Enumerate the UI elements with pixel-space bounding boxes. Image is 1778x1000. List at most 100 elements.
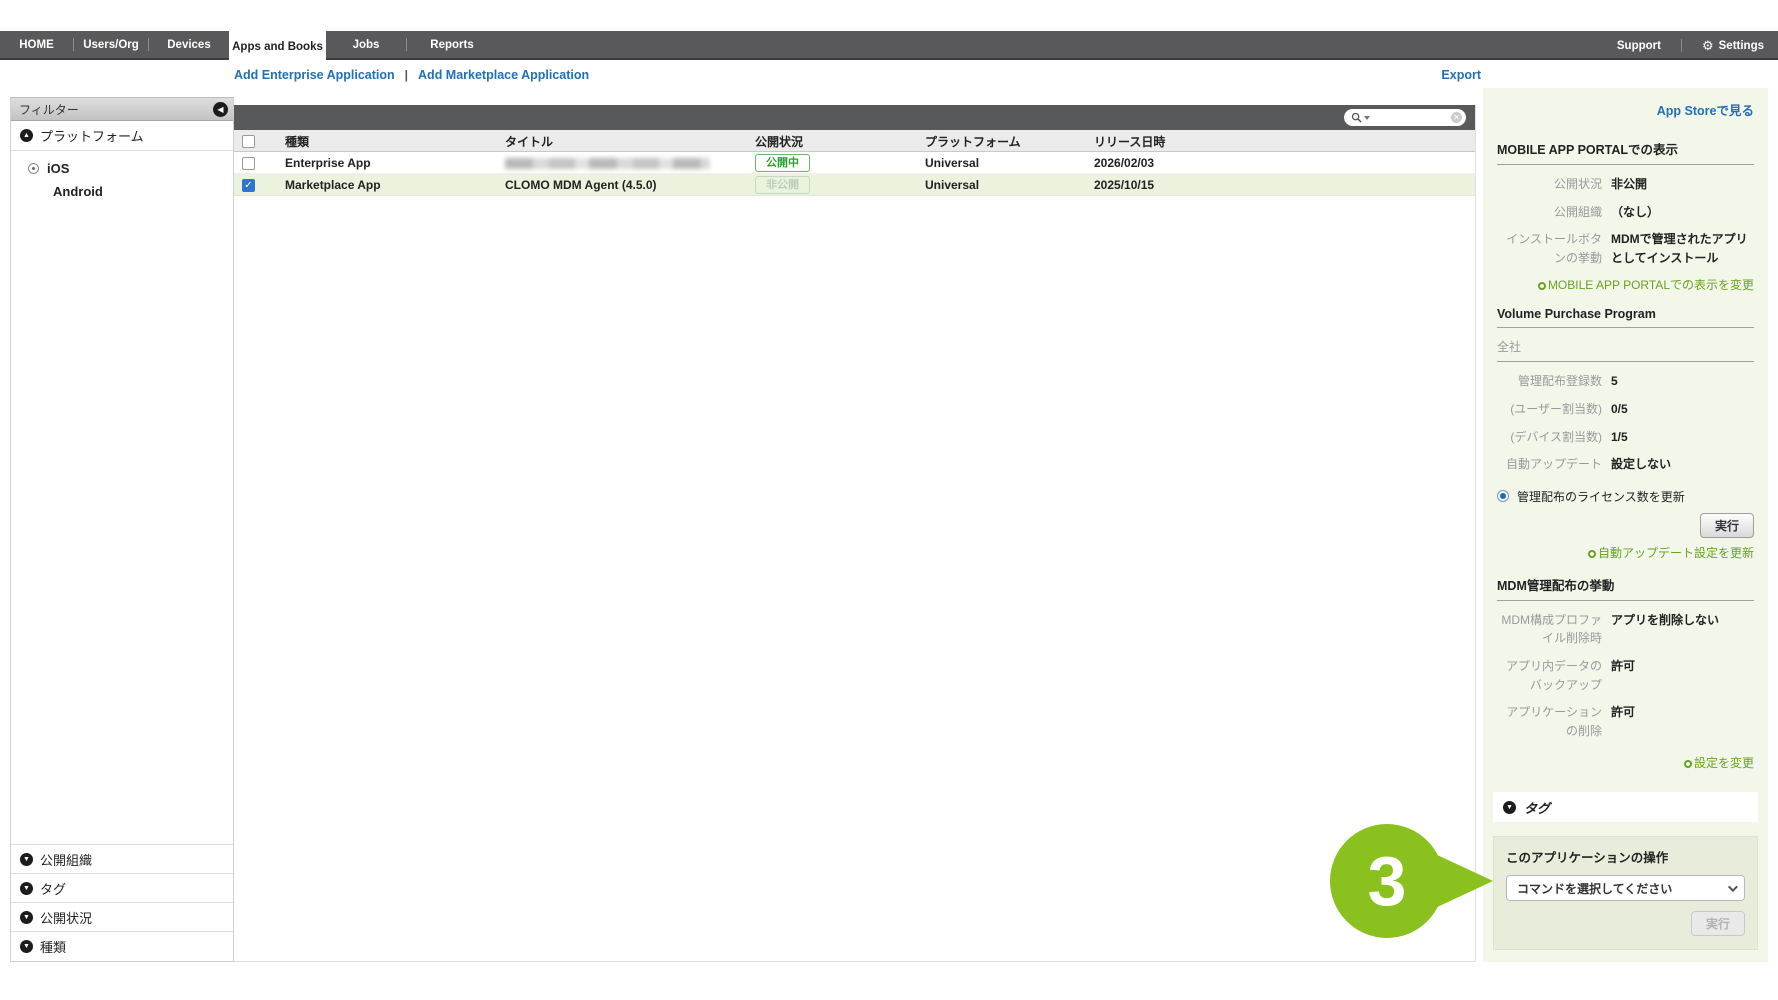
sidebar-section-tags[interactable]: ▼ タグ: [11, 873, 233, 903]
radio-dot-circle-icon: [28, 163, 39, 174]
support-link[interactable]: Support: [1617, 40, 1661, 52]
tab-home[interactable]: HOME: [0, 30, 73, 59]
table-row[interactable]: Enterprise App 公開中 Universal 2026/02/03: [234, 152, 1475, 174]
operations-execute-button[interactable]: 実行: [1691, 911, 1745, 936]
redacted-title: [505, 158, 710, 169]
vpp-organization: 全社: [1497, 338, 1754, 355]
kv-value: 1/5: [1611, 428, 1628, 447]
tab-apps-and-books[interactable]: Apps and Books: [229, 30, 326, 63]
chevron-down-circle-icon: ▼: [20, 911, 33, 924]
publish-status-label: 公開状況: [40, 908, 92, 927]
tag-section-toggle[interactable]: ▼ タグ: [1493, 792, 1758, 822]
ring-icon: [1684, 760, 1692, 768]
column-header-platform[interactable]: プラットフォーム: [925, 130, 1021, 152]
sidebar-item-android[interactable]: Android: [11, 180, 233, 203]
row-platform: Universal: [925, 152, 979, 174]
select-all-checkbox[interactable]: [242, 135, 255, 148]
app-actions: Add Enterprise Application | Add Marketp…: [234, 68, 589, 82]
kv-label: (デバイス割当数): [1497, 428, 1602, 447]
change-settings-link[interactable]: 設定を変更: [1497, 754, 1754, 771]
section-divider: [1497, 600, 1754, 601]
column-header-status[interactable]: 公開状況: [755, 130, 803, 152]
nav-separator: [1681, 39, 1682, 52]
table-row[interactable]: ✓ Marketplace App CLOMO MDM Agent (4.5.0…: [234, 174, 1475, 196]
platform-section-label: プラットフォーム: [40, 126, 144, 145]
change-portal-display-link[interactable]: MOBILE APP PORTALでの表示を変更: [1497, 276, 1754, 293]
search-input[interactable]: ✕: [1344, 109, 1466, 126]
column-header-release[interactable]: リリース日時: [1094, 130, 1165, 152]
settings-link[interactable]: ⚙Settings: [1702, 39, 1764, 52]
links-divider: |: [405, 68, 408, 82]
row-checkbox[interactable]: [242, 157, 255, 170]
chevron-down-icon: [1728, 882, 1738, 892]
tab-reports[interactable]: Reports: [407, 30, 497, 59]
kv-label: (ユーザー割当数): [1497, 400, 1602, 419]
kv-value: 非公開: [1611, 175, 1647, 194]
add-enterprise-application-link[interactable]: Add Enterprise Application: [234, 68, 395, 82]
ring-icon: [1588, 550, 1596, 558]
row-release-date: 2026/02/03: [1094, 152, 1154, 174]
kv-label: 自動アップデート: [1497, 455, 1602, 474]
kv-value: 設定しない: [1611, 455, 1671, 474]
tab-jobs[interactable]: Jobs: [326, 30, 406, 59]
add-marketplace-application-link[interactable]: Add Marketplace Application: [418, 68, 589, 82]
chevron-down-circle-icon: ▼: [1503, 801, 1516, 814]
kv-value: 許可: [1611, 703, 1635, 740]
change-settings-label: 設定を変更: [1694, 756, 1754, 770]
sidebar-item-ios[interactable]: iOS: [11, 157, 233, 180]
type-label: 種類: [40, 937, 66, 956]
mdm-section-title: MDM管理配布の挙動: [1497, 575, 1754, 594]
update-auto-update-label: 自動アップデート設定を更新: [1598, 546, 1754, 560]
radio-selected-icon[interactable]: [1497, 490, 1509, 502]
table-header-row: 種類 タイトル 公開状況 プラットフォーム リリース日時: [234, 130, 1475, 152]
kv-value: 5: [1611, 372, 1618, 391]
ring-icon: [1538, 282, 1546, 290]
sidebar-section-type[interactable]: ▼ 種類: [11, 931, 233, 961]
section-divider: [1497, 164, 1754, 165]
export-link[interactable]: Export: [1441, 68, 1481, 82]
tag-section-label: タグ: [1524, 798, 1550, 817]
tags-label: タグ: [40, 879, 66, 898]
kv-label: 公開組織: [1497, 203, 1602, 222]
sidebar-section-publish-status[interactable]: ▼ 公開状況: [11, 902, 233, 932]
kv-label: MDM構成プロファイル削除時: [1497, 611, 1602, 648]
update-license-radio-row[interactable]: 管理配布のライセンス数を更新: [1497, 488, 1754, 505]
kv-label: インストールボタンの挙動: [1497, 230, 1602, 267]
row-checkbox[interactable]: ✓: [242, 179, 255, 192]
view-in-app-store-link[interactable]: App Storeで見る: [1497, 100, 1754, 119]
clear-search-icon[interactable]: ✕: [1451, 112, 1462, 123]
sidebar-section-platform[interactable]: ▲ プラットフォーム: [11, 121, 233, 151]
applications-table: ✕ 種類 タイトル 公開状況 プラットフォーム リリース日時 Enterpris…: [234, 105, 1476, 962]
section-divider: [1497, 361, 1754, 362]
vpp-execute-button[interactable]: 実行: [1700, 513, 1754, 538]
operations-title: このアプリケーションの操作: [1506, 847, 1745, 866]
search-icon: [1351, 112, 1362, 123]
command-select[interactable]: コマンドを選択してください: [1506, 875, 1745, 901]
table-toolbar: ✕: [234, 105, 1475, 130]
kv-value: 0/5: [1611, 400, 1628, 419]
column-header-title[interactable]: タイトル: [505, 130, 553, 152]
chevron-down-circle-icon: ▼: [20, 853, 33, 866]
filter-header: フィルター ◀: [11, 97, 233, 121]
filter-title: フィルター: [19, 101, 79, 118]
column-header-type[interactable]: 種類: [285, 130, 309, 152]
update-license-radio-label: 管理配布のライセンス数を更新: [1517, 488, 1685, 505]
tab-devices[interactable]: Devices: [149, 30, 229, 59]
sidebar-collapse-button[interactable]: ◀: [213, 102, 228, 117]
status-badge: 非公開: [755, 176, 810, 194]
tab-users-org[interactable]: Users/Org: [74, 30, 148, 59]
search-scope-caret-icon[interactable]: [1364, 116, 1370, 120]
kv-value: MDMで管理されたアプリとしてインストール: [1611, 230, 1754, 267]
change-portal-display-label: MOBILE APP PORTALでの表示を変更: [1548, 278, 1754, 292]
ios-label: iOS: [47, 161, 69, 176]
kv-value: アプリを削除しない: [1611, 611, 1719, 648]
status-badge: 公開中: [755, 154, 810, 172]
sidebar-section-publish-org[interactable]: ▼ 公開組織: [11, 844, 233, 874]
row-title: CLOMO MDM Agent (4.5.0): [505, 174, 657, 196]
chevron-left-icon: ◀: [217, 105, 223, 114]
settings-label: Settings: [1719, 40, 1764, 52]
portal-section-title: MOBILE APP PORTALでの表示: [1497, 139, 1754, 158]
update-auto-update-link[interactable]: 自動アップデート設定を更新: [1497, 544, 1754, 561]
kv-value: 許可: [1611, 657, 1635, 694]
chevron-down-circle-icon: ▼: [20, 940, 33, 953]
